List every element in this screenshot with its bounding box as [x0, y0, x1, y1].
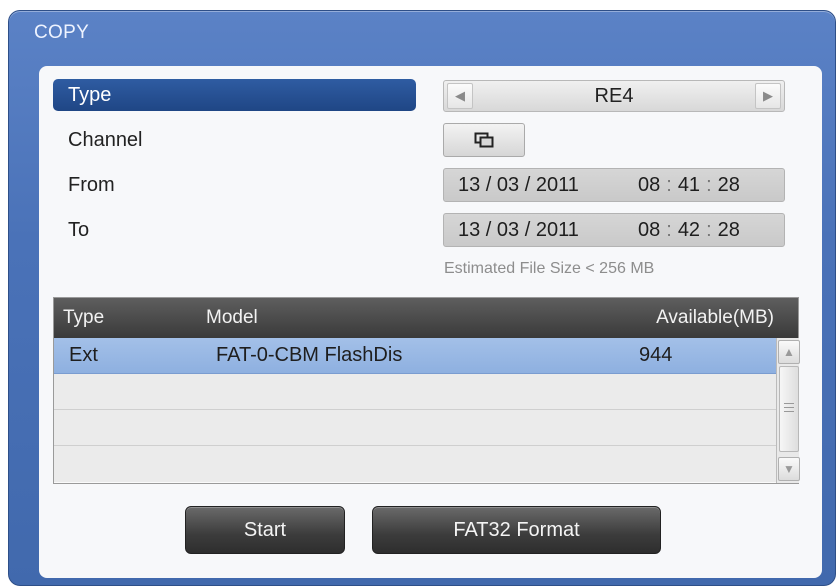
channel-select-button[interactable]	[443, 123, 525, 157]
to-hour[interactable]: 08	[638, 219, 660, 241]
triangle-right-icon[interactable]: ▶	[755, 83, 781, 109]
from-second[interactable]: 28	[718, 174, 740, 196]
to-label[interactable]: To	[53, 214, 89, 246]
table-row[interactable]: Ext FAT-0-CBM FlashDis 944	[54, 338, 776, 374]
from-label[interactable]: From	[53, 169, 115, 201]
from-time[interactable]: 08:41:28	[638, 169, 740, 201]
channel-select-icon	[474, 132, 494, 148]
estimated-file-size: Estimated File Size < 256 MB	[444, 260, 655, 277]
channel-label[interactable]: Channel	[53, 124, 143, 156]
scroll-up-icon[interactable]: ▲	[778, 340, 800, 364]
from-hour[interactable]: 08	[638, 174, 660, 196]
table-scrollbar[interactable]: ▲ ▼	[776, 338, 800, 483]
to-datetime-field[interactable]: 13 / 03 / 2011 08:42:28	[443, 213, 785, 247]
type-selector[interactable]: ◀ RE4 ▶	[443, 80, 785, 112]
device-model-cell: FAT-0-CBM FlashDis	[216, 344, 403, 366]
column-header-type: Type	[63, 307, 105, 328]
from-datetime-field[interactable]: 13 / 03 / 2011 08:41:28	[443, 168, 785, 202]
column-header-available: Available(MB)	[656, 307, 774, 328]
from-date[interactable]: 13 / 03 / 2011	[458, 169, 579, 201]
from-minute[interactable]: 41	[678, 174, 700, 196]
scroll-down-icon[interactable]: ▼	[778, 457, 800, 481]
table-row-empty[interactable]	[54, 374, 776, 410]
start-button[interactable]: Start	[185, 506, 345, 554]
grip-line	[784, 407, 794, 408]
type-label[interactable]: Type	[53, 79, 416, 111]
to-time[interactable]: 08:42:28	[638, 214, 740, 246]
dialog-title: COPY	[34, 22, 90, 43]
grip-line	[784, 403, 794, 404]
triangle-left-icon[interactable]: ◀	[447, 83, 473, 109]
table-header: Type Model Available(MB)	[54, 298, 798, 338]
column-header-model: Model	[206, 307, 258, 328]
to-date[interactable]: 13 / 03 / 2011	[458, 214, 579, 246]
to-minute[interactable]: 42	[678, 219, 700, 241]
table-row-empty[interactable]	[54, 446, 776, 482]
device-table: Type Model Available(MB) Ext FAT-0-CBM F…	[53, 297, 800, 484]
type-value: RE4	[594, 85, 634, 107]
to-second[interactable]: 28	[718, 219, 740, 241]
table-row-empty[interactable]	[54, 410, 776, 446]
fat32-format-button[interactable]: FAT32 Format	[372, 506, 661, 554]
grip-line	[784, 411, 794, 412]
device-available-cell: 944	[639, 344, 673, 366]
device-type-cell: Ext	[69, 344, 98, 366]
scroll-thumb[interactable]	[779, 366, 799, 452]
